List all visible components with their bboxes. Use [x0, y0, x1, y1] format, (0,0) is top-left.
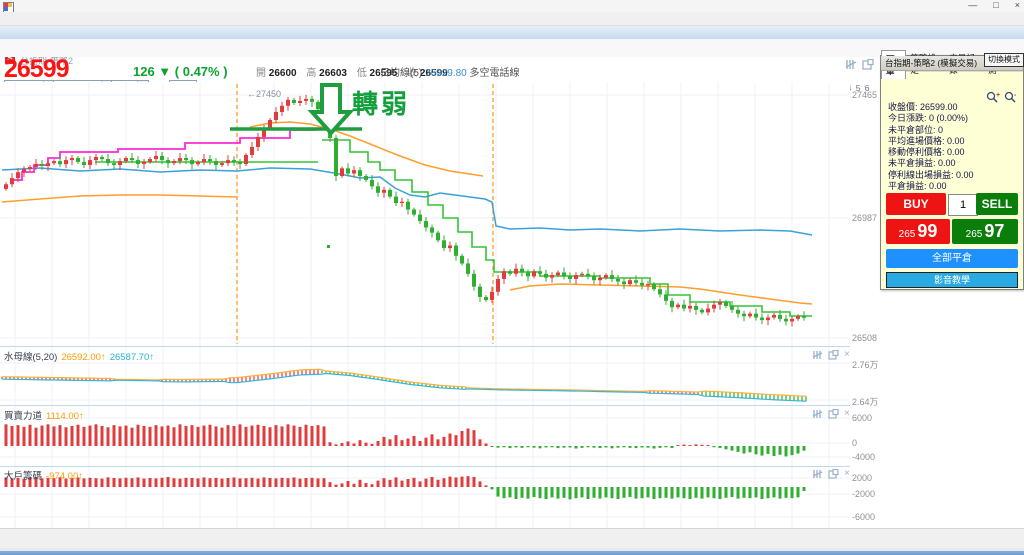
trade-panel: 台指期-策略2 (模擬交易) 切換模式 下單策略設定交易記錄歷史回測 + - 收…	[880, 49, 1024, 290]
power-value: 1114.00↑	[46, 411, 84, 422]
popout-icon[interactable]	[828, 349, 839, 360]
panel1-axis-label: 2.76万	[852, 360, 879, 370]
indicator-settings-icon[interactable]	[845, 59, 857, 70]
position-summary: 收盤價: 26599.00 今日漲跌: 0 (0.00%) 未平倉部位: 0 平均進場…	[888, 102, 974, 192]
close-panel-icon[interactable]: ×	[844, 349, 850, 360]
panel2-axis-label: 0	[852, 438, 858, 448]
summary-field: 今日漲跌: 0 (0.00%)	[888, 113, 969, 124]
indicator-settings-icon[interactable]	[812, 409, 823, 419]
sell-button[interactable]: SELL	[976, 193, 1018, 215]
bigplayers-panel-header: 大戶籌碼 -974.00↑	[4, 471, 83, 482]
high-value: 26603	[319, 68, 347, 79]
ma-value: 26929.80	[425, 68, 467, 79]
popout-icon[interactable]	[862, 59, 874, 70]
weakness-annotation: 轉弱	[352, 89, 411, 119]
panel1-axis-label: 2.64万	[852, 397, 879, 407]
svg-text:+: +	[996, 92, 1000, 99]
power-panel-header: 買賣力道 1114.00↑	[4, 411, 84, 422]
main-chart-toolbar	[845, 59, 874, 70]
panel3-axis-label: -6000	[852, 512, 876, 522]
popout-icon[interactable]	[828, 408, 839, 419]
taskbar-strip	[0, 548, 1024, 555]
last-price: 26599	[4, 55, 70, 83]
panel3-axis-label: -2000	[852, 489, 876, 499]
close-panel-icon[interactable]: ×	[844, 408, 850, 419]
ma-readout: 日均線(5) 26929.80 多空電話線	[380, 68, 520, 79]
main-chart-canvas[interactable]: 轉弱 ←27450	[0, 82, 850, 346]
bigplayers-panel-canvas[interactable]: 大戶籌碼 -974.00↑ ×	[0, 466, 850, 529]
price-change: 126 ▼ ( 0.47% )	[133, 64, 228, 79]
minimize-button[interactable]: —	[968, 0, 977, 12]
buy-button[interactable]: BUY	[886, 193, 946, 215]
bigplayers-value: -974.00↑	[46, 471, 83, 482]
price-level-annotation: ←27450	[247, 89, 282, 99]
zoom-in-icon[interactable]: +	[986, 91, 1000, 103]
menu-bar: 視窗	[0, 12, 1024, 38]
close-panel-icon[interactable]: ×	[844, 468, 850, 479]
jellyfish-panel-header: 水母線(5,20) 26592.00↑ 26587.70↑	[4, 352, 155, 363]
summary-field: 平均進場價格: 0.00	[888, 135, 965, 146]
summary-field: 未平倉損益: 0.00	[888, 158, 956, 169]
panel2-axis-label: -4000	[852, 452, 876, 462]
restore-button[interactable]: □	[993, 0, 998, 12]
video-tutorial-button[interactable]: 影音教學	[886, 272, 1018, 288]
panel-toolbar: ×	[812, 408, 850, 419]
app-window: — □ × 視窗 S 台指期-策略2 台指期▼ 小型台指期▼ 5分K▼ 自定: …	[0, 0, 1024, 555]
toolbar: 台指期▼ 小型台指期▼ 5分K▼ 自定: 視窗數量 1 2 3 4 5 6	[0, 39, 1024, 95]
svg-text:-: -	[1014, 92, 1017, 99]
zoom-out-icon[interactable]: -	[1004, 91, 1018, 103]
child-window-bar: S 台指期-策略2	[0, 26, 1024, 66]
ask-price-button[interactable]: 265 97	[952, 219, 1018, 244]
quantity-input[interactable]	[948, 194, 978, 216]
summary-field: 未平倉部位: 0	[888, 124, 944, 135]
popout-icon[interactable]	[828, 468, 839, 479]
summary-field: 收盤價: 26599.00	[888, 102, 958, 112]
jellyfish-value-1: 26592.00↑	[61, 352, 106, 363]
main-axis-label: 26508	[852, 333, 878, 343]
bottom-tab-strip: 台指期	[0, 528, 1024, 549]
panel2-axis-label: 6000	[852, 413, 873, 423]
panel3-axis-label: 2000	[852, 473, 873, 483]
title-bar: — □ ×	[0, 0, 1024, 13]
summary-field: 平倉損益: 0.00	[888, 181, 947, 192]
open-value: 26600	[268, 68, 297, 79]
close-button[interactable]: ×	[1015, 0, 1020, 12]
jellyfish-panel-canvas[interactable]: 水母線(5,20) 26592.00↑ 26587.70↑ ×	[0, 346, 850, 406]
switch-mode-button[interactable]: 切換模式	[984, 53, 1024, 67]
jellyfish-value-2: 26587.70↑	[109, 352, 155, 363]
summary-field: 移動停利價格: 0.00	[888, 147, 965, 158]
indicator-settings-icon[interactable]	[812, 350, 823, 360]
bid-price-button[interactable]: 265 99	[886, 219, 950, 244]
panel-toolbar: ×	[812, 349, 850, 360]
summary-field: 停利線出場損益: 0.00	[888, 169, 974, 180]
font-zoom-controls: + -	[986, 91, 1018, 103]
close-all-positions-button[interactable]: 全部平倉	[886, 249, 1018, 268]
panel-toolbar: ×	[812, 468, 850, 479]
indicator-settings-icon[interactable]	[812, 469, 823, 479]
power-panel-canvas[interactable]: 買賣力道 1114.00↑ ×	[0, 405, 850, 467]
